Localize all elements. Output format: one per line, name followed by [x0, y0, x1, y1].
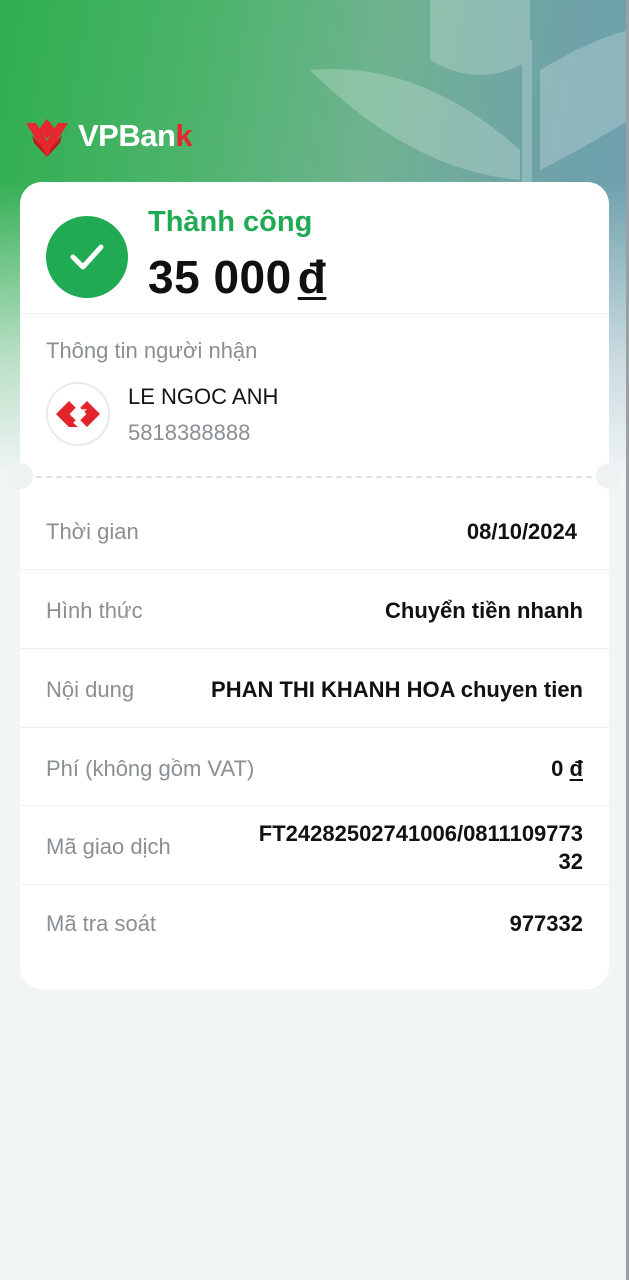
ticket-divider — [36, 476, 592, 478]
detail-value: 08/10/2024 — [466, 519, 577, 544]
detail-value: FT24282502741006/0811109773 32 — [259, 820, 583, 876]
vpbank-wordmark: VPBank — [78, 118, 193, 153]
fee-value: 0 — [551, 756, 564, 781]
currency-symbol: đ — [569, 756, 583, 781]
detail-label: Nội dung — [46, 677, 135, 702]
recipient-bank-avatar — [46, 382, 110, 446]
detail-label: Mã giao dịch — [46, 834, 171, 859]
transaction-receipt-screen: VPBank Thành công 35 000 đ Thông tin ngư… — [0, 0, 629, 1280]
vpbank-logo: VPBank — [22, 112, 193, 160]
detail-row-transaction-id: Mã giao dịch FT24282502741006/0811109773… — [20, 806, 609, 885]
ticket-notch-left — [7, 463, 33, 489]
detail-label: Thời gian — [46, 519, 139, 544]
detail-row-trace-code: Mã tra soát 977332 — [20, 885, 609, 964]
divider — [20, 313, 609, 314]
transfer-amount: 35 000 đ — [148, 250, 326, 304]
recipient-section-title: Thông tin người nhận — [46, 338, 258, 363]
detail-value: Chuyển tiền nhanh — [385, 598, 583, 623]
amount-value: 35 000 — [148, 251, 292, 303]
currency-symbol: đ — [297, 251, 327, 303]
detail-row-method: Hình thức Chuyển tiền nhanh — [20, 570, 609, 649]
transaction-id-line1: FT24282502741006/0811109773 — [258, 821, 583, 846]
recipient-account-number: 5818388888 — [128, 420, 251, 445]
success-badge — [46, 216, 128, 298]
bank-logo-icon — [56, 401, 100, 427]
detail-label: Hình thức — [46, 598, 143, 623]
transaction-id-line2: 32 — [558, 849, 583, 874]
vpbank-logo-icon — [26, 119, 68, 157]
detail-row-time: Thời gian 08/10/2024 — [20, 491, 609, 570]
status-label: Thành công — [148, 206, 313, 238]
detail-row-content: Nội dung PHAN THI KHANH HOA chuyen tien — [20, 649, 609, 728]
detail-value: PHAN THI KHANH HOA chuyen tien — [211, 677, 583, 702]
recipient-name: LE NGOC ANH — [128, 384, 279, 409]
detail-value: 977332 — [509, 911, 583, 936]
detail-row-fee: Phí (không gồm VAT) 0 đ — [20, 728, 609, 807]
detail-label: Mã tra soát — [46, 911, 157, 936]
detail-label: Phí (không gồm VAT) — [46, 756, 255, 781]
decorative-leaf-pattern — [310, 0, 629, 190]
ticket-notch-right — [596, 463, 622, 489]
detail-value: 0 đ — [551, 756, 583, 782]
check-icon — [70, 244, 104, 270]
